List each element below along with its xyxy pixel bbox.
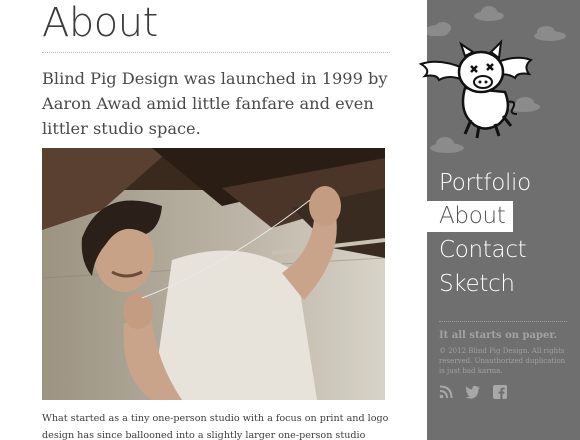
- copyright-text: © 2012 Blind Pig Design. All rights rese…: [439, 347, 566, 375]
- flying-pig-logo-icon[interactable]: [419, 30, 537, 142]
- main-nav: Portfolio About Contact Sketch: [427, 166, 580, 301]
- main-content: About Blind Pig Design was launched in 1…: [0, 0, 427, 440]
- title-divider: [42, 52, 390, 53]
- social-links: [439, 385, 507, 399]
- sidebar: Portfolio About Contact Sketch It all st…: [419, 0, 580, 440]
- studio-photo-illustration: [42, 148, 385, 400]
- tagline: It all starts on paper.: [439, 330, 558, 341]
- nav-item-contact[interactable]: Contact: [427, 233, 580, 267]
- sidebar-divider: [439, 321, 567, 322]
- intro-paragraph: Blind Pig Design was launched in 1999 by…: [42, 69, 388, 138]
- cloud-icon: [534, 26, 566, 41]
- nav-item-portfolio[interactable]: Portfolio: [427, 166, 580, 200]
- studio-photo: [42, 148, 385, 400]
- nav-item-about[interactable]: About: [427, 201, 513, 232]
- page-title: About: [42, 0, 158, 46]
- facebook-icon[interactable]: [493, 385, 507, 399]
- nav-item-sketch[interactable]: Sketch: [427, 267, 580, 301]
- body-paragraph: What started as a tiny one-person studio…: [42, 413, 389, 440]
- twitter-icon[interactable]: [465, 385, 481, 399]
- rss-icon[interactable]: [439, 385, 453, 399]
- cloud-icon: [474, 6, 504, 21]
